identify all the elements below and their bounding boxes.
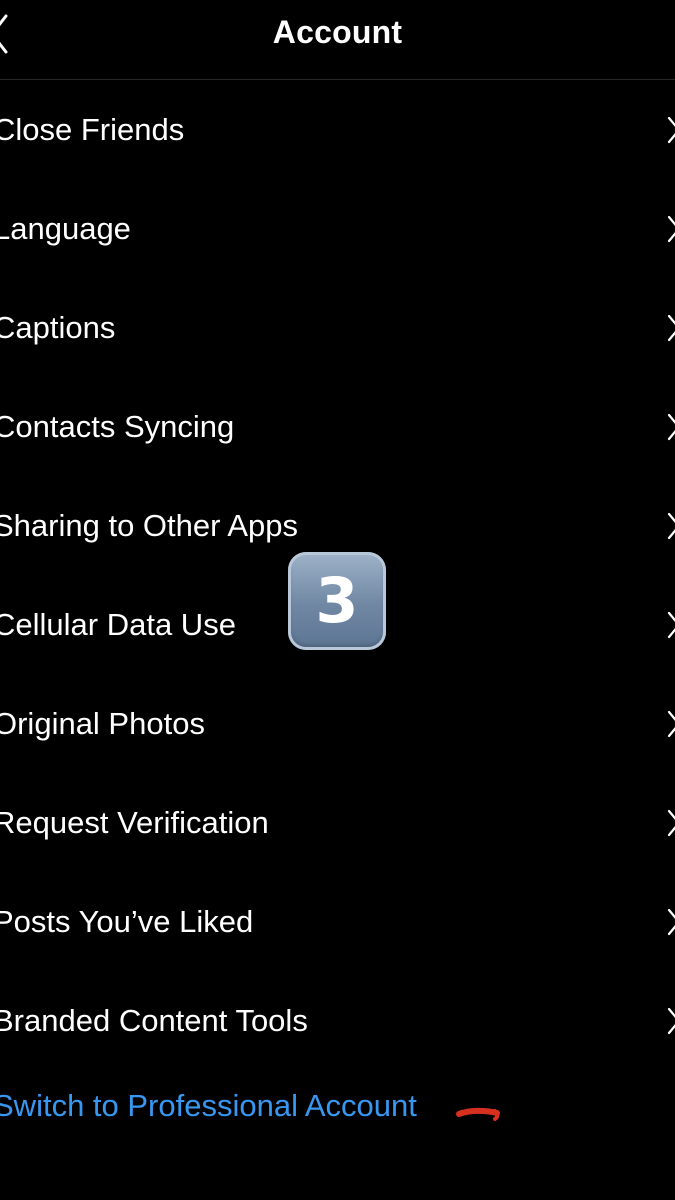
menu-item-language[interactable]: Language [0, 179, 675, 278]
menu-item-label: Branded Content Tools [0, 1002, 308, 1038]
menu-item-label: Contacts Syncing [0, 408, 235, 444]
menu-item-request-verification[interactable]: Request Verification [0, 773, 675, 872]
menu-item-contacts-syncing[interactable]: Contacts Syncing [0, 377, 675, 476]
step-number-badge: 3 [288, 552, 386, 650]
chevron-right-icon [667, 116, 675, 143]
nav-header: Account [0, 0, 675, 80]
menu-item-posts-youve-liked[interactable]: Posts You’ve Liked [0, 872, 675, 971]
red-underline-mark [456, 1107, 500, 1121]
menu-item-original-photos[interactable]: Original Photos [0, 674, 675, 773]
menu-item-label: Language [0, 210, 131, 246]
menu-item-label: Sharing to Other Apps [0, 507, 299, 543]
page-title: Account [272, 14, 403, 50]
menu-item-label: Captions [0, 309, 116, 345]
menu-item-label: Request Verification [0, 804, 269, 840]
chevron-right-icon [667, 314, 675, 341]
menu-item-label: Posts You’ve Liked [0, 903, 254, 939]
chevron-right-icon [667, 1007, 675, 1034]
switch-account-label: Switch to Professional Account [0, 1087, 417, 1123]
chevron-right-icon [667, 215, 675, 242]
menu-item-label: Original Photos [0, 705, 205, 741]
chevron-right-icon [667, 908, 675, 935]
menu-item-close-friends[interactable]: Close Friends [0, 80, 675, 179]
chevron-right-icon [667, 512, 675, 539]
menu-item-captions[interactable]: Captions [0, 278, 675, 377]
menu-item-label: Close Friends [0, 111, 185, 147]
menu-item-label: Cellular Data Use [0, 606, 236, 642]
chevron-right-icon [667, 413, 675, 440]
switch-to-professional-account-link[interactable]: Switch to Professional Account [0, 1056, 675, 1155]
chevron-right-icon [667, 710, 675, 737]
chevron-right-icon [667, 809, 675, 836]
chevron-right-icon [667, 611, 675, 638]
